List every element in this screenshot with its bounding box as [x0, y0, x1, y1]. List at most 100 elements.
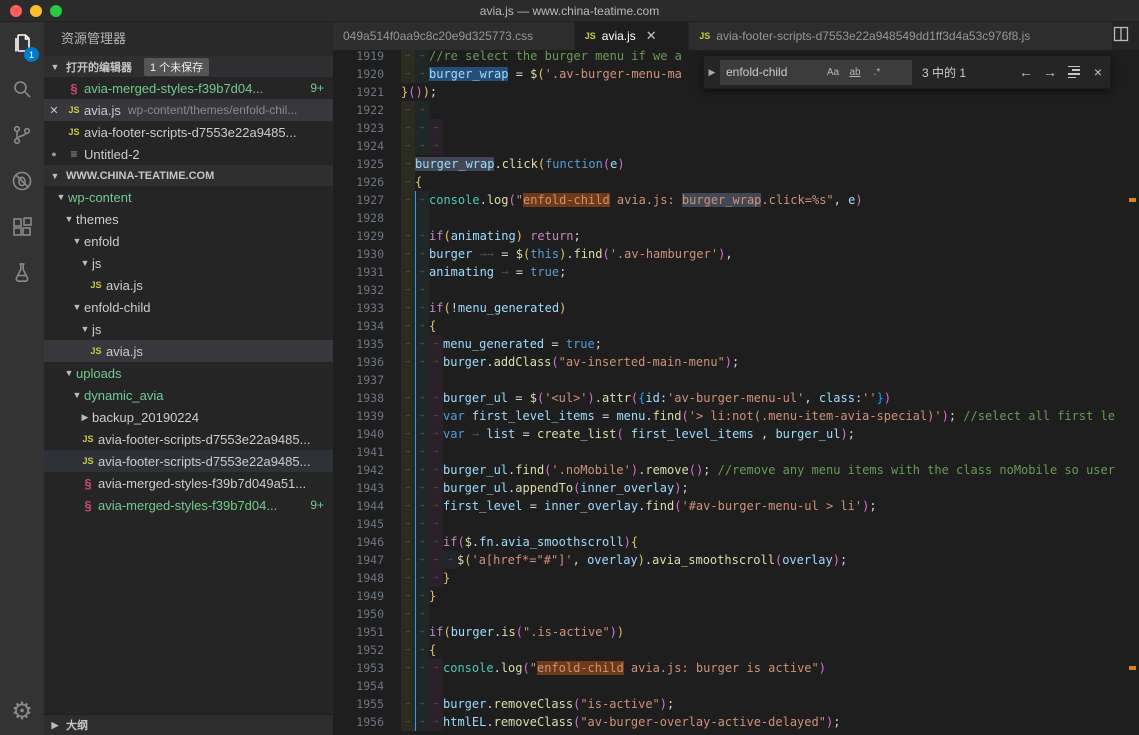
code-line-1925[interactable]: 1925→burger_wrap.click(function(e)	[333, 155, 1139, 173]
code-line-1937[interactable]: 1937	[333, 371, 1139, 389]
code-line-1947[interactable]: 1947→→→→$('a[href*="#"]', overlay).avia_…	[333, 551, 1139, 569]
code-line-1930[interactable]: 1930→→burger →→ = $(this).find('.av-hamb…	[333, 245, 1139, 263]
line-number: 1945	[333, 515, 401, 533]
code-line-1928[interactable]: 1928	[333, 209, 1139, 227]
find-input[interactable]	[726, 65, 822, 79]
chevron-right-icon: ▶	[78, 412, 92, 423]
code-line-1941[interactable]: 1941→→→	[333, 443, 1139, 461]
close-icon[interactable]: ✕	[44, 104, 64, 117]
fullscreen-button[interactable]	[50, 5, 62, 17]
match-case-button[interactable]: Aa	[822, 62, 844, 82]
close-button[interactable]	[10, 5, 22, 17]
find-in-selection-button[interactable]	[1062, 61, 1086, 83]
tree-file-avia-js[interactable]: JSavia.js	[44, 274, 333, 296]
code-line-1951[interactable]: 1951→→if(burger.is(".is-active"))	[333, 623, 1139, 641]
tree-file-avia-js[interactable]: JSavia.js	[44, 340, 333, 362]
code-line-1944[interactable]: 1944→→→first_level = inner_overlay.find(…	[333, 497, 1139, 515]
indent-guide: →	[415, 389, 429, 407]
indent-guide: →	[415, 245, 429, 263]
code-line-1956[interactable]: 1956→→→htmlEL.removeClass("av-burger-ove…	[333, 713, 1139, 731]
close-icon[interactable]: ✕	[642, 28, 657, 44]
code-line-1938[interactable]: 1938→→→burger_ul = $('<ul>').attr({id:'a…	[333, 389, 1139, 407]
tree-folder-js[interactable]: ▼js	[44, 318, 333, 340]
source-control-button[interactable]	[0, 114, 44, 160]
tree-folder-enfold-child[interactable]: ▼enfold-child	[44, 296, 333, 318]
whole-word-button[interactable]: ab	[844, 62, 866, 82]
next-match-button[interactable]: →	[1038, 61, 1062, 83]
indent-guide: →	[401, 299, 415, 317]
tab-avia-footer-scripts-d755[interactable]: JSavia-footer-scripts-d7553e22a948549dd1…	[689, 22, 1113, 50]
code-line-1955[interactable]: 1955→→→burger.removeClass("is-active");	[333, 695, 1139, 713]
debug-button[interactable]	[0, 160, 44, 206]
tree-file-avia-merged-styles-f39b7d04-[interactable]: §avia-merged-styles-f39b7d04...9+	[44, 494, 333, 516]
code-line-1939[interactable]: 1939→→→var first_level_items = menu.find…	[333, 407, 1139, 425]
code-line-1940[interactable]: 1940→→→var → list = create_list( first_l…	[333, 425, 1139, 443]
code-line-1924[interactable]: 1924→→→	[333, 137, 1139, 155]
code-line-1934[interactable]: 1934→→{	[333, 317, 1139, 335]
open-editors-header[interactable]: ▼ 打开的编辑器 1 个未保存	[44, 56, 333, 77]
unsaved-badge: 1 个未保存	[144, 58, 209, 76]
file-icon: ≡	[64, 147, 84, 161]
tree-file-avia-footer-scripts-d7553e22a9485-[interactable]: JSavia-footer-scripts-d7553e22a9485...	[44, 450, 333, 472]
code-line-1952[interactable]: 1952→→{	[333, 641, 1139, 659]
tree-file-avia-footer-scripts-d7553e22a9485-[interactable]: JSavia-footer-scripts-d7553e22a9485...	[44, 428, 333, 450]
code-line-1942[interactable]: 1942→→→burger_ul.find('.noMobile').remov…	[333, 461, 1139, 479]
code-line-1949[interactable]: 1949→→}	[333, 587, 1139, 605]
code-line-1954[interactable]: 1954	[333, 677, 1139, 695]
previous-match-button[interactable]: ←	[1014, 61, 1038, 83]
code-line-1922[interactable]: 1922→→	[333, 101, 1139, 119]
extensions-button[interactable]	[0, 206, 44, 252]
code-editor[interactable]: 1919→→//re select the burger menu if we …	[333, 50, 1139, 735]
indent-guide: →	[401, 50, 415, 65]
tree-folder-wp-content[interactable]: ▼wp-content	[44, 186, 333, 208]
line-number: 1952	[333, 641, 401, 659]
open-editor-item[interactable]: §avia-merged-styles-f39b7d04...9+	[44, 77, 333, 99]
code-line-1936[interactable]: 1936→→→burger.addClass("av-inserted-main…	[333, 353, 1139, 371]
manage-button[interactable]: ⚙	[0, 689, 44, 735]
code-line-1946[interactable]: 1946→→→if($.fn.avia_smoothscroll){	[333, 533, 1139, 551]
test-explorer-button[interactable]	[0, 252, 44, 298]
open-editor-item[interactable]: ✕JSavia.jswp-content/themes/enfold-chil.…	[44, 99, 333, 121]
minimize-button[interactable]	[30, 5, 42, 17]
overview-ruler[interactable]	[1126, 50, 1139, 735]
code-line-1948[interactable]: 1948→→→}	[333, 569, 1139, 587]
close-find-button[interactable]: ×	[1086, 61, 1110, 83]
js-file-icon: JS	[585, 31, 596, 41]
regex-button[interactable]: .*	[866, 62, 888, 82]
tree-folder-themes[interactable]: ▼themes	[44, 208, 333, 230]
code-line-1932[interactable]: 1932→→	[333, 281, 1139, 299]
open-editor-item[interactable]: JSavia-footer-scripts-d7553e22a9485...	[44, 121, 333, 143]
code-line-1926[interactable]: 1926→{	[333, 173, 1139, 191]
tree-folder-uploads[interactable]: ▼uploads	[44, 362, 333, 384]
tree-folder-dynamic-avia[interactable]: ▼dynamic_avia	[44, 384, 333, 406]
tree-folder-enfold[interactable]: ▼enfold	[44, 230, 333, 252]
indent-guide: →	[401, 101, 415, 119]
tree-folder-backup-20190224[interactable]: ▶backup_20190224	[44, 406, 333, 428]
outline-header[interactable]: ▶ 大纲	[44, 714, 333, 735]
tree-folder-js[interactable]: ▼js	[44, 252, 333, 274]
code-line-1927[interactable]: 1927→→console.log("enfold-child avia.js:…	[333, 191, 1139, 209]
workspace-header[interactable]: ▼ WWW.CHINA-TEATIME.COM	[44, 165, 333, 186]
indent-guide: →	[429, 443, 443, 461]
code-line-1950[interactable]: 1950→→	[333, 605, 1139, 623]
code-line-1923[interactable]: 1923→→→	[333, 119, 1139, 137]
indent-guide: →	[415, 623, 429, 641]
code-line-1953[interactable]: 1953→→→console.log("enfold-child avia.js…	[333, 659, 1139, 677]
tab-avia.js[interactable]: JSavia.js✕	[575, 22, 689, 50]
code-line-1933[interactable]: 1933→→if(!menu_generated)	[333, 299, 1139, 317]
sidebar-title: 资源管理器	[44, 22, 333, 56]
find-widget-toggle[interactable]: ▶	[704, 67, 720, 78]
tree-file-avia-merged-styles-f39b7d049a51-[interactable]: §avia-merged-styles-f39b7d049a51...	[44, 472, 333, 494]
split-editor-button[interactable]	[1113, 26, 1129, 47]
css-file-icon: §	[64, 81, 84, 96]
search-button[interactable]	[0, 68, 44, 114]
code-line-1945[interactable]: 1945→→→	[333, 515, 1139, 533]
code-line-1929[interactable]: 1929→→if(animating) return;	[333, 227, 1139, 245]
code-line-1935[interactable]: 1935→→→menu_generated = true;	[333, 335, 1139, 353]
code-line-1931[interactable]: 1931→→animating → = true;	[333, 263, 1139, 281]
code-line-1943[interactable]: 1943→→→burger_ul.appendTo(inner_overlay)…	[333, 479, 1139, 497]
open-editor-item[interactable]: ●≡Untitled-2	[44, 143, 333, 165]
explorer-button[interactable]: 1	[0, 22, 44, 68]
indent-guide: →	[415, 695, 429, 713]
tab-049a514f0aa9c8c20e9d3257[interactable]: 049a514f0aa9c8c20e9d325773.css	[333, 22, 575, 50]
